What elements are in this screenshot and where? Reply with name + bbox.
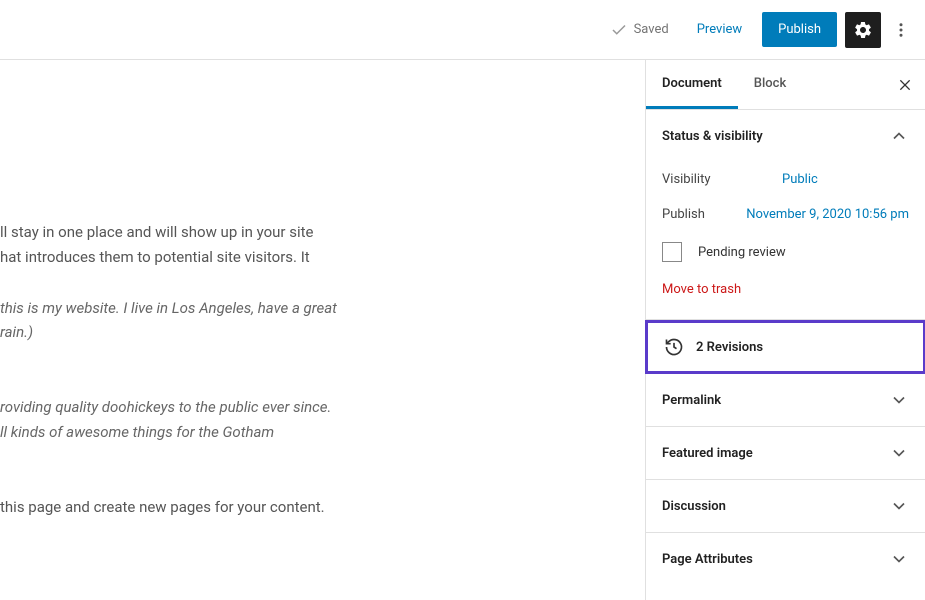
panel-title: Permalink (662, 393, 721, 408)
panel-title: Featured image (662, 446, 753, 461)
checkmark-icon (610, 21, 628, 39)
close-icon (897, 77, 913, 93)
revisions-label: 2 Revisions (696, 340, 763, 355)
panel-title: Discussion (662, 499, 726, 514)
preview-button[interactable]: Preview (685, 14, 754, 45)
publish-label: Publish (662, 207, 705, 222)
discussion-panel-header[interactable]: Discussion (646, 480, 925, 533)
status-visibility-panel: Status & visibility Visibility Public Pu… (646, 110, 925, 320)
permalink-panel-header[interactable]: Permalink (646, 374, 925, 427)
gear-icon (853, 20, 873, 40)
featured-image-panel-header[interactable]: Featured image (646, 427, 925, 480)
publish-date-row: Publish November 9, 2020 10:56 pm (662, 197, 909, 232)
publish-date-value[interactable]: November 9, 2020 10:56 pm (746, 207, 909, 222)
move-to-trash-link[interactable]: Move to trash (662, 272, 909, 303)
pending-review-label: Pending review (698, 245, 786, 260)
close-panel-button[interactable] (893, 73, 917, 97)
tab-block[interactable]: Block (738, 60, 802, 109)
chevron-down-icon (889, 496, 909, 516)
chevron-down-icon (889, 443, 909, 463)
status-visibility-header[interactable]: Status & visibility (646, 110, 925, 162)
editor-content-area[interactable]: ll stay in one place and will show up in… (0, 60, 645, 600)
settings-button[interactable] (845, 12, 881, 48)
more-options-button[interactable] (889, 12, 913, 48)
revisions-panel: 2 Revisions (645, 320, 925, 374)
page-attributes-panel-header[interactable]: Page Attributes (646, 533, 925, 585)
sidebar-tabs: Document Block (646, 60, 925, 110)
chevron-down-icon (889, 549, 909, 569)
saved-label: Saved (634, 22, 669, 37)
content-paragraph: this is my website. I live in Los Angele… (0, 296, 645, 346)
revisions-button[interactable]: 2 Revisions (648, 323, 923, 371)
panel-title: Page Attributes (662, 552, 753, 567)
content-paragraph: roviding quality doohickeys to the publi… (0, 395, 645, 445)
saved-status: Saved (610, 21, 669, 39)
panel-title: Status & visibility (662, 129, 763, 144)
chevron-up-icon (889, 126, 909, 146)
publish-button[interactable]: Publish (762, 12, 837, 47)
tab-document[interactable]: Document (646, 60, 738, 109)
chevron-down-icon (889, 390, 909, 410)
history-icon (664, 337, 684, 357)
more-vertical-icon (892, 21, 910, 39)
visibility-row: Visibility Public (662, 162, 909, 197)
content-paragraph: ll stay in one place and will show up in… (0, 220, 645, 270)
visibility-value[interactable]: Public (782, 172, 818, 187)
visibility-label: Visibility (662, 172, 742, 187)
pending-review-checkbox[interactable] (662, 242, 682, 262)
settings-sidebar: Document Block Status & visibility Visib… (645, 60, 925, 600)
pending-review-row: Pending review (662, 232, 909, 272)
content-paragraph: this page and create new pages for your … (0, 495, 645, 520)
editor-top-bar: Saved Preview Publish (0, 0, 925, 60)
